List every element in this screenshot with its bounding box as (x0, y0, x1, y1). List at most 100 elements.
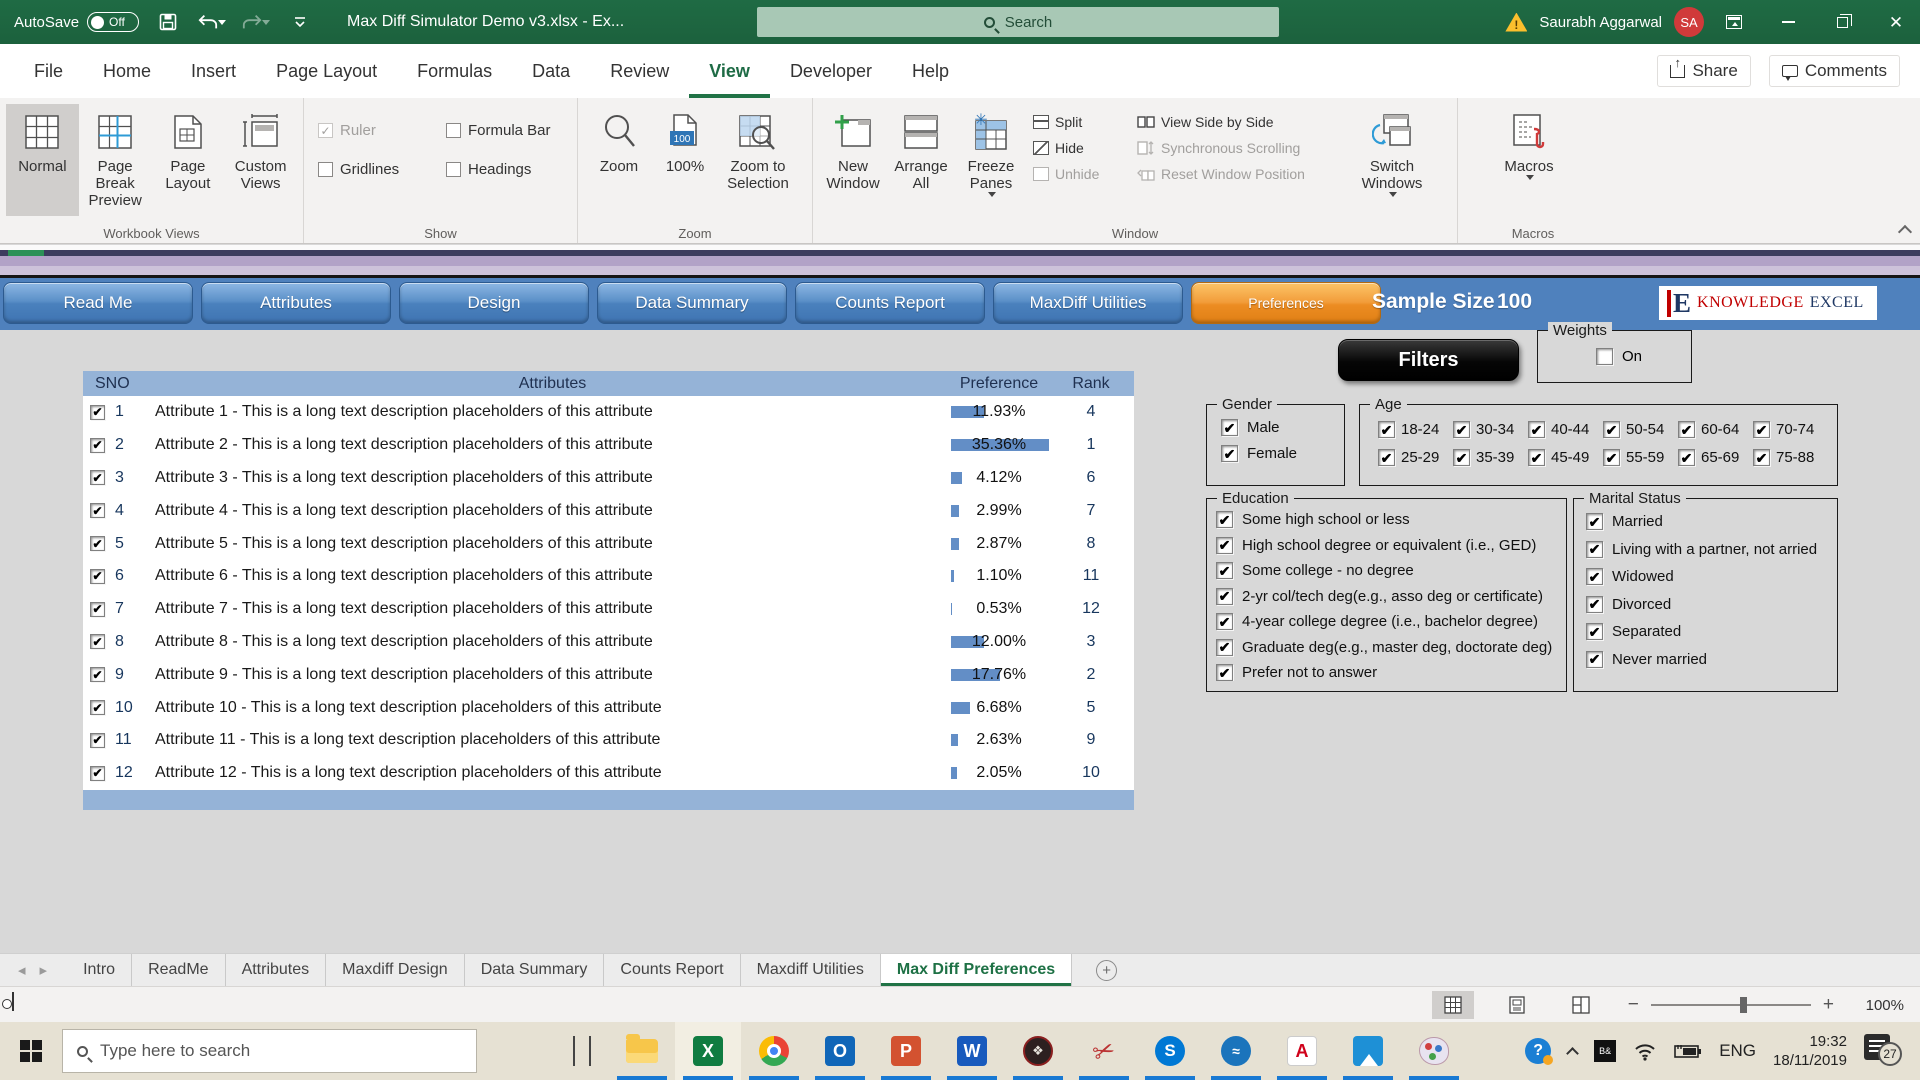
row-checkbox[interactable] (90, 503, 105, 518)
education-option-label[interactable]: Some college - no degree (1242, 562, 1414, 579)
gridlines-checkbox[interactable]: Gridlines (318, 161, 446, 178)
battery-icon[interactable] (1674, 1043, 1702, 1059)
file-explorer-button[interactable] (609, 1022, 675, 1080)
age-option-label[interactable]: 35-39 (1476, 449, 1514, 466)
page-layout-view-button[interactable]: Page Layout (152, 104, 225, 216)
age-checkbox[interactable] (1528, 421, 1545, 438)
education-checkbox[interactable] (1216, 639, 1233, 656)
row-checkbox[interactable] (90, 667, 105, 682)
ribbon-tab[interactable]: Formulas (397, 44, 512, 98)
normal-view-button[interactable]: Normal (6, 104, 79, 216)
marital-checkbox[interactable] (1586, 596, 1603, 613)
new-window-button[interactable]: New Window (819, 104, 887, 216)
gender-option-label[interactable]: Female (1247, 445, 1297, 462)
bo-app-icon[interactable]: B& (1594, 1040, 1616, 1062)
ribbon-tab[interactable]: Home (83, 44, 171, 98)
row-checkbox[interactable] (90, 766, 105, 781)
sheet-scroll-left-icon[interactable]: ◂ (18, 961, 26, 979)
sheet-tab[interactable]: Maxdiff Utilities (741, 954, 881, 986)
row-checkbox[interactable] (90, 569, 105, 584)
zoom-level[interactable]: 100% (1860, 997, 1904, 1014)
education-option-label[interactable]: Prefer not to answer (1242, 664, 1377, 681)
view-side-by-side-button[interactable]: View Side by Side (1137, 114, 1343, 130)
education-option-label[interactable]: 2-yr col/tech deg(e.g., asso deg or cert… (1242, 588, 1543, 605)
powerpoint-button[interactable]: P (873, 1022, 939, 1080)
age-option-label[interactable]: 18-24 (1401, 421, 1439, 438)
age-option-label[interactable]: 70-74 (1776, 421, 1814, 438)
arrange-all-button[interactable]: Arrange All (887, 104, 955, 216)
paint-button[interactable] (1401, 1022, 1467, 1080)
taskbar-search-input[interactable]: Type here to search (62, 1029, 477, 1073)
normal-view-status-button[interactable] (1432, 991, 1474, 1019)
page-break-status-button[interactable] (1560, 991, 1602, 1019)
save-button[interactable] (153, 7, 183, 37)
ribbon-tab[interactable]: File (14, 44, 83, 98)
zoom-out-button[interactable]: − (1628, 994, 1639, 1016)
ribbon-tab[interactable]: Developer (770, 44, 892, 98)
filters-button[interactable]: Filters (1338, 339, 1519, 381)
sheet-tab[interactable]: Counts Report (604, 954, 740, 986)
clock[interactable]: 19:32 18/11/2019 (1773, 1032, 1847, 1070)
education-checkbox[interactable] (1216, 562, 1233, 579)
share-button[interactable]: Share (1657, 55, 1750, 87)
adobe-reader-button[interactable]: A (1269, 1022, 1335, 1080)
ribbon-tab[interactable]: Page Layout (256, 44, 397, 98)
page-break-preview-button[interactable]: Page Break Preview (79, 104, 152, 216)
ribbon-tab[interactable]: Help (892, 44, 969, 98)
collapse-ribbon-icon[interactable] (1898, 225, 1912, 239)
sheet-tab[interactable]: Attributes (226, 954, 327, 986)
age-checkbox[interactable] (1528, 449, 1545, 466)
row-checkbox[interactable] (90, 470, 105, 485)
age-option-label[interactable]: 75-88 (1776, 449, 1814, 466)
education-option-label[interactable]: 4-year college degree (i.e., bachelor de… (1242, 613, 1538, 630)
macros-button[interactable]: Macros (1486, 104, 1572, 216)
account-name[interactable]: Saurabh Aggarwal (1539, 14, 1662, 31)
autosave-toggle[interactable]: AutoSave Off (14, 12, 139, 32)
switch-windows-button[interactable]: Switch Windows (1349, 104, 1435, 216)
age-checkbox[interactable] (1453, 449, 1470, 466)
customize-quick-access-button[interactable] (285, 7, 315, 37)
ribbon-display-options-button[interactable] (1710, 0, 1758, 44)
notification-center-button[interactable]: 27 (1864, 1034, 1908, 1068)
sheet-tab[interactable]: Data Summary (465, 954, 605, 986)
marital-checkbox[interactable] (1586, 513, 1603, 530)
language-indicator[interactable]: ENG (1719, 1041, 1756, 1061)
nav-button[interactable]: Counts Report (795, 282, 985, 324)
marital-option-label[interactable]: Separated (1612, 623, 1681, 640)
marital-option-label[interactable]: Widowed (1612, 568, 1674, 585)
sheet-tab[interactable]: Maxdiff Design (326, 954, 465, 986)
task-view-button[interactable] (573, 1036, 591, 1066)
photos-button[interactable] (1335, 1022, 1401, 1080)
education-checkbox[interactable] (1216, 537, 1233, 554)
nav-button[interactable]: Preferences (1191, 282, 1381, 324)
nav-button[interactable]: Data Summary (597, 282, 787, 324)
headings-checkbox[interactable]: Headings (446, 161, 584, 178)
hide-button[interactable]: Hide (1033, 140, 1125, 156)
tray-expand-icon[interactable] (1566, 1047, 1579, 1060)
sheet-tab[interactable]: Max Diff Preferences (881, 954, 1072, 986)
zoom-button[interactable]: Zoom (584, 104, 654, 216)
age-checkbox[interactable] (1753, 421, 1770, 438)
gender-checkbox[interactable] (1221, 419, 1238, 436)
row-checkbox[interactable] (90, 536, 105, 551)
education-checkbox[interactable] (1216, 664, 1233, 681)
minimize-button[interactable] (1764, 0, 1812, 44)
sheet-tab[interactable]: Intro (67, 954, 132, 986)
nav-button[interactable]: Read Me (3, 282, 193, 324)
age-option-label[interactable]: 60-64 (1701, 421, 1739, 438)
age-checkbox[interactable] (1453, 421, 1470, 438)
gridlines-checkbox-box[interactable] (318, 162, 333, 177)
gender-checkbox[interactable] (1221, 445, 1238, 462)
marital-checkbox[interactable] (1586, 623, 1603, 640)
close-button[interactable]: ✕ (1872, 0, 1920, 44)
weights-on-label[interactable]: On (1622, 348, 1642, 365)
excel-taskbar-button[interactable]: X (675, 1022, 741, 1080)
undo-dropdown-icon[interactable] (218, 20, 226, 25)
restore-button[interactable] (1818, 0, 1866, 44)
education-checkbox[interactable] (1216, 511, 1233, 528)
marital-option-label[interactable]: Never married (1612, 651, 1707, 668)
marital-option-label[interactable]: Divorced (1612, 596, 1671, 613)
age-checkbox[interactable] (1378, 421, 1395, 438)
nav-button[interactable]: Attributes (201, 282, 391, 324)
education-option-label[interactable]: High school degree or equivalent (i.e., … (1242, 537, 1536, 554)
